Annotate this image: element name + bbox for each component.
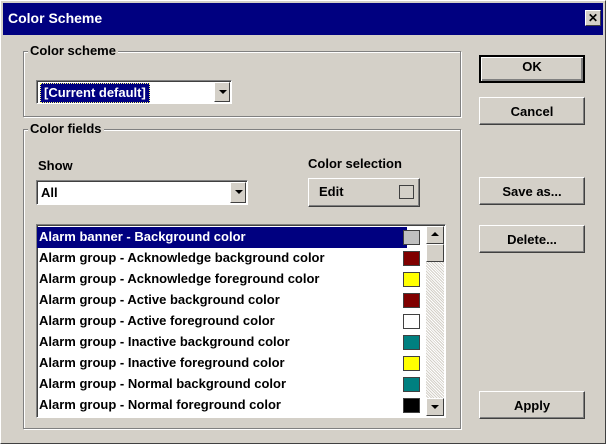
cancel-button[interactable]: Cancel — [479, 97, 585, 125]
list-item[interactable]: Alarm group - Inactive foreground color — [37, 353, 420, 374]
chevron-down-icon[interactable] — [214, 82, 230, 102]
chevron-down-icon[interactable] — [230, 182, 246, 203]
window-title: Color Scheme — [8, 10, 103, 26]
list-item-label: Alarm group - Inactive background color — [39, 334, 290, 349]
color-swatch — [403, 377, 420, 392]
show-label: Show — [38, 158, 73, 173]
ok-button[interactable]: OK — [479, 55, 585, 83]
save-as-button[interactable]: Save as... — [479, 177, 585, 205]
color-scheme-dropdown[interactable]: [Current default] — [36, 80, 232, 104]
scroll-down-icon[interactable] — [426, 398, 444, 416]
color-fields-legend: Color fields — [28, 121, 104, 136]
color-preview-swatch — [399, 185, 414, 199]
scroll-thumb[interactable] — [426, 244, 444, 262]
list-item-label: Alarm group - Acknowledge background col… — [39, 250, 325, 265]
edit-color-button[interactable]: Edit — [308, 178, 420, 207]
delete-button[interactable]: Delete... — [479, 225, 585, 253]
list-item[interactable]: Alarm group - Active background color — [37, 290, 420, 311]
list-item-label: Alarm group - Normal background color — [39, 376, 287, 391]
list-item[interactable]: Alarm group - Normal foreground color — [37, 395, 420, 416]
color-scheme-legend: Color scheme — [28, 43, 118, 58]
color-selection-label: Color selection — [308, 156, 402, 171]
list-item-label: Alarm banner - Background color — [39, 229, 246, 244]
list-item-label: Alarm group - Acknowledge foreground col… — [39, 271, 320, 286]
list-item[interactable]: Alarm banner - Background color — [37, 227, 420, 248]
color-swatch — [403, 314, 420, 329]
color-scheme-dialog: Color Scheme ✕ Color scheme [Current def… — [0, 0, 606, 444]
color-swatch — [403, 272, 420, 287]
color-fields-list[interactable]: Alarm banner - Background color Alarm gro… — [36, 224, 446, 418]
list-item[interactable]: Alarm group - Acknowledge background col… — [37, 248, 420, 269]
color-swatch — [403, 398, 420, 413]
show-dropdown[interactable]: All — [36, 180, 248, 205]
scroll-up-icon[interactable] — [426, 226, 444, 244]
list-item-label: Alarm group - Active foreground color — [39, 313, 275, 328]
list-item-label: Alarm group - Inactive foreground color — [39, 355, 285, 370]
list-item[interactable]: Alarm group - Acknowledge foreground col… — [37, 269, 420, 290]
edit-label: Edit — [319, 184, 344, 199]
list-item-label: Alarm group - Active background color — [39, 292, 280, 307]
color-swatch — [403, 335, 420, 350]
list-item[interactable]: Alarm group - Active foreground color — [37, 311, 420, 332]
title-bar: Color Scheme ✕ — [3, 3, 603, 35]
color-swatch — [403, 230, 420, 245]
color-swatch — [403, 356, 420, 371]
color-swatch — [403, 251, 420, 266]
close-button[interactable]: ✕ — [585, 10, 601, 26]
color-fields-group: Color fields Show All Color selection Ed… — [23, 121, 461, 429]
color-scheme-selected-value: [Current default] — [40, 83, 150, 103]
show-value: All — [41, 185, 58, 200]
apply-button[interactable]: Apply — [479, 391, 585, 419]
list-item[interactable]: Alarm group - Normal background color — [37, 374, 420, 395]
color-scheme-group: Color scheme [Current default] — [23, 43, 461, 117]
list-item-label: Alarm group - Normal foreground color — [39, 397, 281, 412]
color-swatch — [403, 293, 420, 308]
list-item[interactable]: Alarm group - Inactive background color — [37, 332, 420, 353]
list-scrollbar[interactable] — [426, 226, 444, 416]
